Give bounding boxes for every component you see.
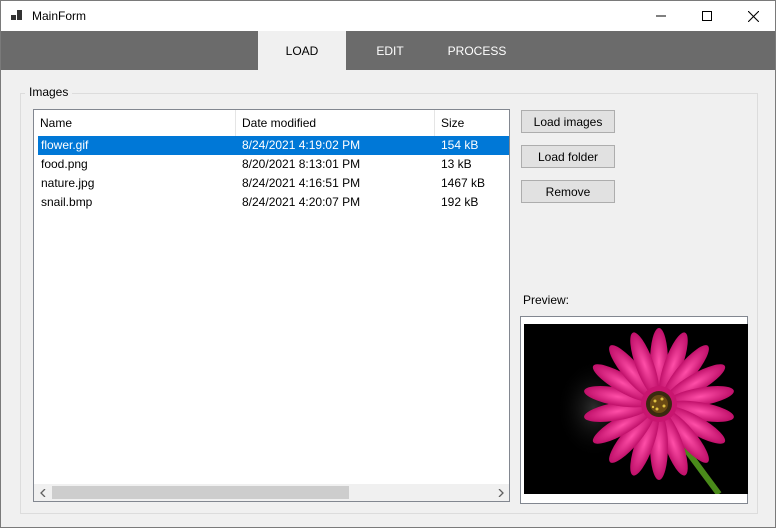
chevron-left-icon <box>39 488 45 497</box>
tab-process[interactable]: PROCESS <box>441 31 513 70</box>
column-header-name[interactable]: Name <box>34 110 236 136</box>
file-name: flower.gif <box>41 138 89 152</box>
scrollbar-thumb[interactable] <box>52 486 349 499</box>
close-icon <box>747 10 759 22</box>
file-date: 8/24/2021 4:20:07 PM <box>242 195 361 209</box>
file-name: food.png <box>41 157 88 171</box>
minimize-icon <box>656 15 666 17</box>
remove-button[interactable]: Remove <box>521 180 615 203</box>
horizontal-scrollbar[interactable] <box>34 484 509 501</box>
minimize-button[interactable] <box>638 1 684 31</box>
maximize-icon <box>702 11 712 21</box>
images-group-title: Images <box>25 85 73 99</box>
list-rows: flower.gif 8/24/2021 4:19:02 PM 154 kB f… <box>38 136 509 212</box>
close-button[interactable] <box>730 1 776 31</box>
app-icon <box>11 10 23 22</box>
file-name: nature.jpg <box>41 176 95 190</box>
window-title: MainForm <box>32 9 87 23</box>
list-item[interactable]: snail.bmp 8/24/2021 4:20:07 PM 192 kB <box>38 193 509 212</box>
flower-image <box>524 324 748 494</box>
file-size: 192 kB <box>441 195 479 209</box>
tab-edit[interactable]: EDIT <box>356 31 424 70</box>
list-item[interactable]: nature.jpg 8/24/2021 4:16:51 PM 1467 kB <box>38 174 509 193</box>
images-list[interactable]: Name Date modified Size flower.gif 8/24/… <box>33 109 510 502</box>
list-header: Name Date modified Size <box>34 110 509 136</box>
main-window: MainForm LOAD EDIT PROCESS Images Name D… <box>0 0 776 528</box>
preview-label: Preview: <box>523 293 570 307</box>
file-size: 1467 kB <box>441 176 486 190</box>
load-images-button[interactable]: Load images <box>521 110 615 133</box>
tab-bar: LOAD EDIT PROCESS <box>1 31 775 70</box>
file-size: 13 kB <box>441 157 472 171</box>
file-date: 8/24/2021 4:19:02 PM <box>242 138 361 152</box>
scroll-right-button[interactable] <box>492 484 509 501</box>
chevron-right-icon <box>498 488 504 497</box>
preview-image <box>524 324 748 494</box>
scroll-left-button[interactable] <box>34 484 51 501</box>
column-header-size[interactable]: Size <box>435 110 509 136</box>
list-item[interactable]: food.png 8/20/2021 8:13:01 PM 13 kB <box>38 155 509 174</box>
column-header-date[interactable]: Date modified <box>236 110 435 136</box>
list-item[interactable]: flower.gif 8/24/2021 4:19:02 PM 154 kB <box>38 136 509 155</box>
title-bar[interactable]: MainForm <box>1 1 775 31</box>
preview-picturebox <box>520 316 748 504</box>
file-name: snail.bmp <box>41 195 93 209</box>
load-folder-button[interactable]: Load folder <box>521 145 615 168</box>
file-size: 154 kB <box>441 138 479 152</box>
tab-load[interactable]: LOAD <box>258 31 346 70</box>
file-date: 8/24/2021 4:16:51 PM <box>242 176 361 190</box>
file-date: 8/20/2021 8:13:01 PM <box>242 157 361 171</box>
maximize-button[interactable] <box>684 1 730 31</box>
